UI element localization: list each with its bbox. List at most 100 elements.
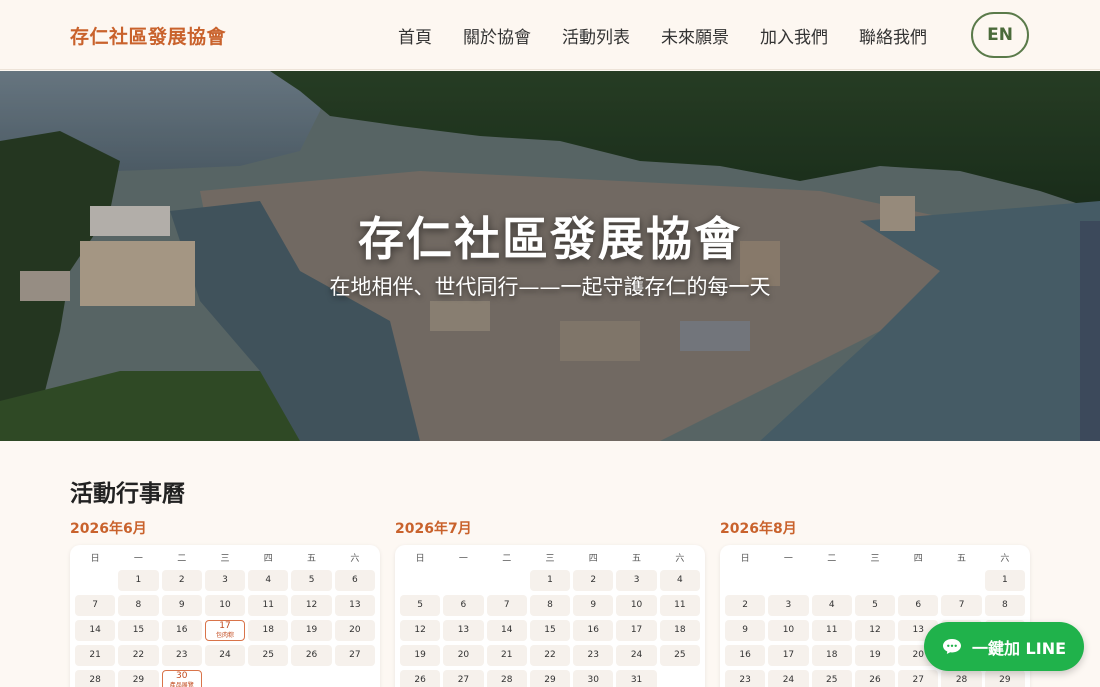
day-number: 30 — [587, 675, 599, 685]
site-brand[interactable]: 存仁社區發展協會 — [70, 22, 226, 49]
weekday-header: 四 — [263, 554, 273, 564]
day-number: 11 — [262, 600, 274, 610]
calendar-day: 26 — [400, 670, 441, 687]
calendar-event-day[interactable]: 17 包肉粽 — [204, 620, 246, 641]
calendar-day: 18 — [811, 645, 852, 666]
calendar-day: 28 — [486, 670, 527, 687]
nav-activities[interactable]: 活動列表 — [562, 23, 630, 48]
day-number: 9 — [742, 625, 748, 635]
day-number: 18 — [262, 625, 274, 635]
day-number: 2 — [742, 600, 748, 610]
day-number: 26 — [414, 675, 426, 685]
hero-banner: 存仁社區發展協會 在地相伴、世代同行——一起守護存仁的每一天 — [0, 71, 1100, 441]
weekday-header: 六 — [350, 554, 360, 564]
calendar-day: 12 — [291, 595, 332, 616]
calendar-day: 9 — [725, 620, 766, 641]
calendar-day: 15 — [529, 620, 571, 641]
weekday-header: 日 — [415, 554, 425, 564]
day-number: 8 — [1001, 600, 1008, 610]
nav-about[interactable]: 關於協會 — [463, 23, 531, 48]
calendar-day: 31 — [616, 670, 657, 687]
calendar-day: 18 — [248, 620, 289, 641]
calendar-day: 22 — [118, 645, 159, 666]
language-toggle-button[interactable]: EN — [971, 12, 1029, 58]
nav-vision[interactable]: 未來願景 — [661, 23, 729, 48]
day-number: 3 — [222, 575, 228, 585]
day-number: 4 — [676, 575, 683, 585]
calendar-month-label: 2026年6月 — [70, 521, 147, 537]
day-number: 9 — [590, 600, 597, 610]
day-number: 16 — [587, 625, 599, 635]
day-number: 30 — [175, 671, 188, 681]
site-header: 存仁社區發展協會 首頁 關於協會 活動列表 未來願景 加入我們 聯絡我們 EN — [0, 0, 1100, 70]
calendar-card: 日一二三四五六123456789101112131415161718192021… — [395, 545, 705, 687]
weekday-header: 四 — [588, 554, 598, 564]
calendar-day: 23 — [573, 645, 614, 666]
hero-subtitle: 在地相伴、世代同行——一起守護存仁的每一天 — [329, 275, 771, 299]
add-line-label: 一鍵加 LINE — [971, 638, 1067, 658]
day-number: 6 — [351, 575, 358, 585]
calendar-day: 29 — [984, 670, 1025, 687]
calendar-day: 16 — [573, 620, 614, 641]
calendar-empty-cell — [812, 570, 852, 591]
calendar-day: 6 — [443, 595, 484, 616]
calendar-month: 2026年6月 日一二三四五六 1 2 3 4 5 6 7 8 9 10 11 12 13 14 15 16 17… — [70, 518, 380, 687]
calendar-day: 1 — [529, 570, 571, 591]
day-number: 28 — [955, 675, 968, 685]
calendar-day: 14 — [75, 620, 116, 641]
calendar-day: 9 — [161, 595, 202, 616]
calendar-day: 5 — [854, 595, 896, 616]
calendar-day: 1 — [118, 570, 159, 591]
day-number: 12 — [305, 600, 318, 610]
day-number: 8 — [135, 600, 142, 610]
add-line-button[interactable]: 一鍵加 LINE — [924, 622, 1084, 671]
day-number: 29 — [544, 675, 556, 685]
day-number: 17 — [782, 650, 795, 660]
calendar-day: 30 — [573, 670, 614, 687]
day-number: 20 — [349, 625, 361, 635]
day-number: 4 — [265, 575, 272, 585]
day-number: 27 — [457, 675, 470, 685]
calendar-event-day[interactable]: 30 產品展覽 — [161, 670, 202, 687]
day-number: 14 — [89, 625, 101, 635]
nav-home[interactable]: 首頁 — [398, 23, 432, 48]
calendar-day: 23 — [161, 645, 202, 666]
day-number: 6 — [460, 600, 467, 610]
day-number: 5 — [308, 575, 315, 585]
calendar-day: 17 — [616, 620, 657, 641]
calendar-empty-cell — [941, 570, 981, 591]
calendar-day: 26 — [854, 670, 896, 687]
calendar-day: 15 — [118, 620, 159, 641]
calendar-empty-cell — [768, 570, 808, 591]
day-number: 4 — [828, 600, 835, 610]
calendar-day: 28 — [941, 670, 982, 687]
day-number: 5 — [417, 600, 423, 610]
calendar-day: 10 — [204, 595, 246, 616]
calendar-day: 11 — [659, 595, 700, 616]
day-number: 3 — [633, 575, 640, 585]
calendar-day: 8 — [529, 595, 571, 616]
calendar-day: 19 — [400, 645, 441, 666]
calendar-day: 21 — [75, 645, 116, 666]
calendar-day: 25 — [659, 645, 700, 666]
day-number: 18 — [674, 625, 686, 635]
nav-join[interactable]: 加入我們 — [760, 23, 828, 48]
calendar-day: 24 — [616, 645, 657, 666]
day-number: 27 — [349, 650, 361, 660]
day-number: 25 — [262, 650, 274, 660]
weekday-header: 三 — [545, 554, 555, 564]
day-number: 13 — [457, 625, 470, 635]
event-label: 產品展覽 — [169, 682, 194, 687]
nav-contact[interactable]: 聯絡我們 — [859, 23, 927, 48]
day-number: 12 — [869, 625, 881, 635]
day-number: 14 — [500, 625, 513, 635]
calendar-day: 7 — [75, 595, 116, 616]
calendar-empty-cell — [487, 570, 527, 591]
calendar-day: 3 — [616, 570, 657, 591]
day-number: 25 — [674, 650, 686, 660]
day-number: 19 — [305, 625, 318, 635]
calendar-empty-cell — [443, 570, 483, 591]
calendar-day: 20 — [443, 645, 484, 666]
calendar-day: 9 — [573, 595, 614, 616]
weekday-header: 六 — [1000, 554, 1010, 564]
